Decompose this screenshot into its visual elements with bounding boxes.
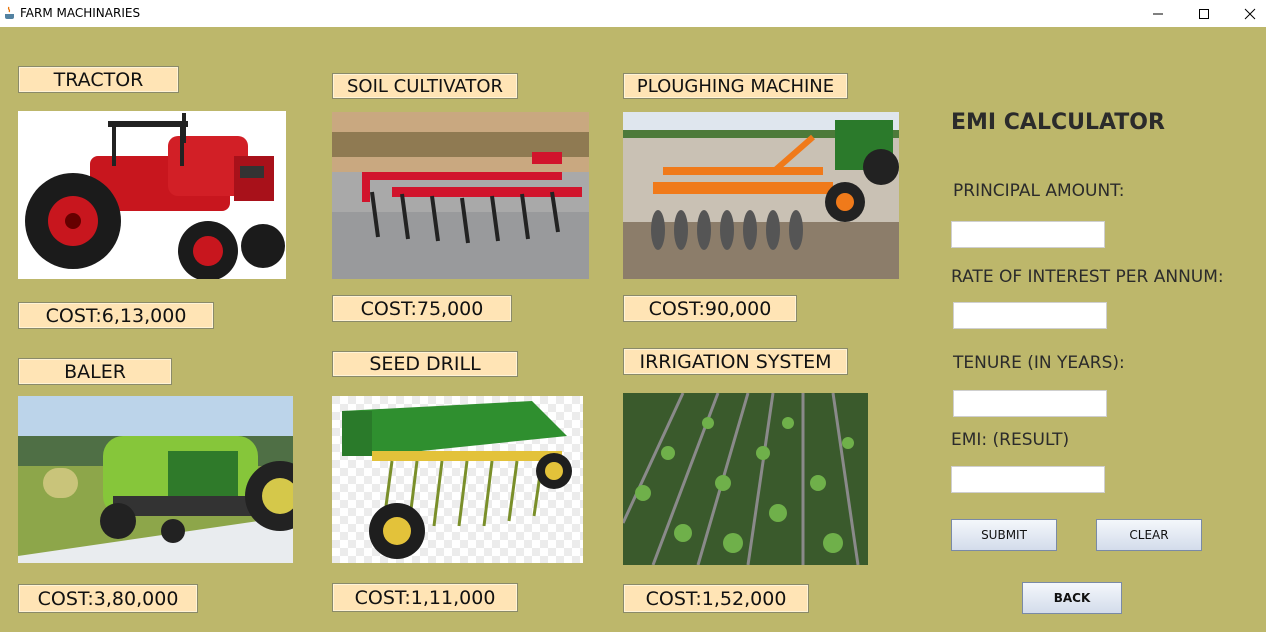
clear-button[interactable]: CLEAR	[1096, 519, 1202, 551]
machine-cost-baler: COST:3,80,000	[18, 584, 198, 613]
close-icon	[1244, 8, 1256, 19]
seed-drill-image	[332, 396, 583, 563]
ploughing-machine-image	[623, 112, 899, 279]
irrigation-system-image	[623, 393, 868, 565]
machine-cost-tractor: COST:6,13,000	[18, 302, 214, 329]
machine-cost-ploughing-machine: COST:90,000	[623, 295, 797, 322]
minimize-icon	[1153, 13, 1163, 14]
soil-cultivator-image	[332, 112, 589, 279]
machine-name-soil-cultivator: SOIL CULTIVATOR	[332, 73, 518, 99]
rate-of-interest-input[interactable]	[953, 302, 1107, 329]
close-button[interactable]	[1227, 0, 1266, 27]
back-button[interactable]: BACK	[1022, 582, 1122, 614]
machine-name-irrigation-system: IRRIGATION SYSTEM	[623, 348, 848, 375]
machine-cost-soil-cultivator: COST:75,000	[332, 295, 512, 322]
java-app-icon	[5, 6, 14, 19]
machine-name-ploughing-machine: PLOUGHING MACHINE	[623, 73, 848, 99]
principal-amount-input[interactable]	[951, 221, 1105, 248]
tenure-label: TENURE (IN YEARS):	[953, 353, 1125, 373]
emi-result-label: EMI: (RESULT)	[951, 430, 1070, 450]
rate-of-interest-label: RATE OF INTEREST PER ANNUM:	[951, 267, 1224, 287]
machine-name-seed-drill: SEED DRILL	[332, 351, 518, 377]
window-title: FARM MACHINARIES	[20, 6, 141, 20]
emi-calculator-title: EMI CALCULATOR	[951, 110, 1165, 135]
tenure-input[interactable]	[953, 390, 1107, 417]
machine-cost-seed-drill: COST:1,11,000	[332, 583, 518, 612]
baler-image	[18, 396, 293, 563]
window-titlebar: FARM MACHINARIES	[0, 0, 1266, 27]
principal-amount-label: PRINCIPAL AMOUNT:	[953, 181, 1125, 201]
tractor-image	[18, 111, 286, 279]
minimize-button[interactable]	[1135, 0, 1181, 27]
maximize-icon	[1199, 8, 1209, 19]
submit-button[interactable]: SUBMIT	[951, 519, 1057, 551]
machine-name-tractor: TRACTOR	[18, 66, 179, 93]
emi-result-field[interactable]	[951, 466, 1105, 493]
maximize-button[interactable]	[1181, 0, 1227, 27]
machine-name-baler: BALER	[18, 358, 172, 385]
machine-cost-irrigation-system: COST:1,52,000	[623, 584, 809, 613]
